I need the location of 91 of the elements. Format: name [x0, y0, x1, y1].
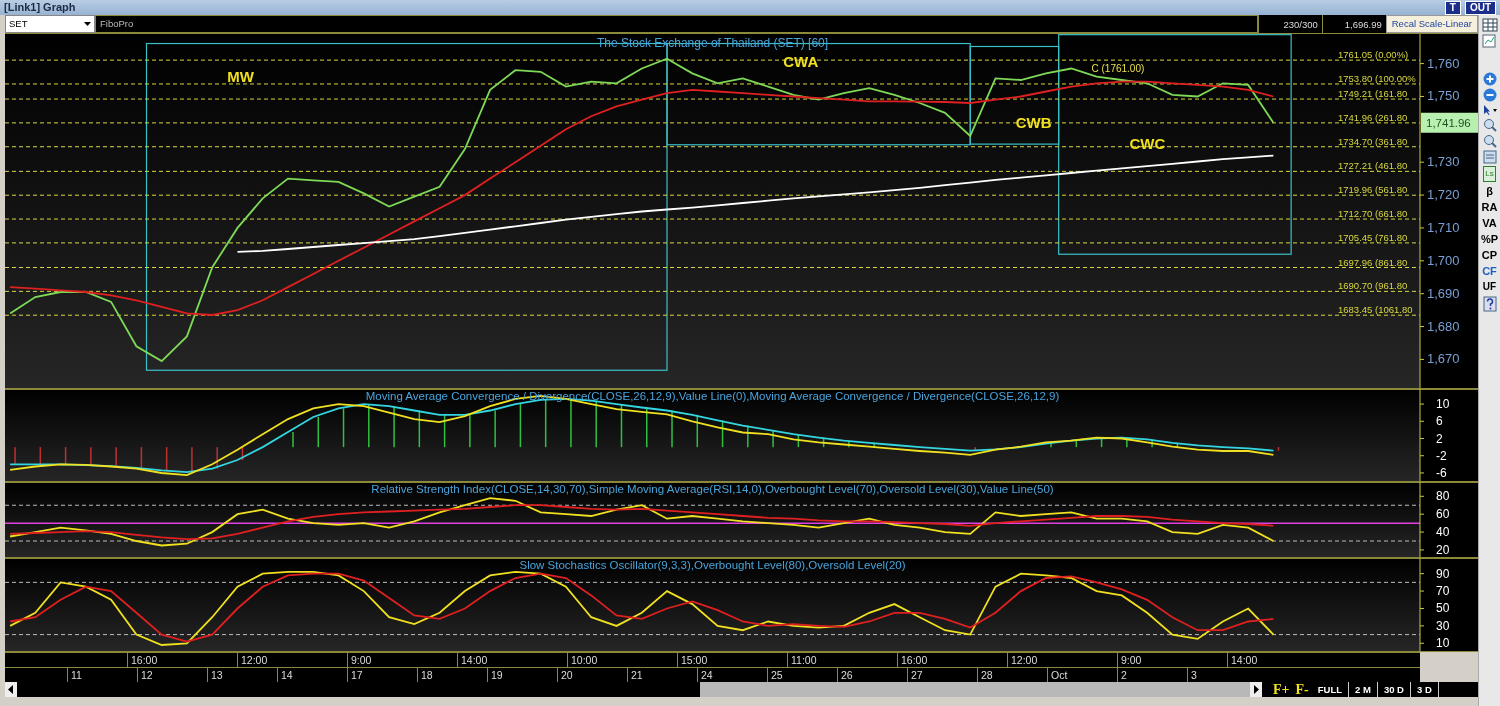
current-price-label: 1,741.96	[1426, 116, 1471, 129]
bar-count: 230/300	[1257, 15, 1322, 33]
level-label: 1683.45 (1061.80	[1338, 304, 1413, 316]
caret-icon	[84, 22, 91, 26]
window-button[interactable]: OUT	[1464, 0, 1496, 15]
table-icon[interactable]	[1481, 18, 1498, 32]
histogram-bar	[140, 446, 143, 469]
histogram-bar	[519, 403, 522, 448]
axis-label: 10	[1436, 636, 1450, 651]
chart-title: Relative Strength Index(CLOSE,14,30,70),Simple Moving Average(RSI,14,0),Overbought Level(70),Oversold Level(30),Value Line(50)	[371, 483, 1054, 495]
axis-label: 50	[1436, 601, 1450, 616]
axis-label: 40	[1436, 525, 1450, 540]
histogram-bar	[64, 446, 67, 466]
axis-label: -6	[1436, 465, 1447, 480]
cursor-icon[interactable]	[1481, 104, 1498, 116]
axis-label: 1,750	[1427, 88, 1460, 104]
axis-label: 20	[1436, 542, 1450, 557]
level-label: 1753.80 (100.00%	[1338, 72, 1416, 84]
chart-title: Moving Average Convergence / Divergence(CLOSE,26,12,9),Value Line(0),Moving Average Convergence / Divergence(CLOSE,26,12,9)	[365, 390, 1060, 402]
axis-label: 1,680	[1427, 318, 1460, 334]
axis-label: 10	[1436, 397, 1450, 412]
level-label: 1741.96 (261.80	[1338, 111, 1408, 123]
symbol-dropdown[interactable]: SET	[5, 15, 95, 33]
point-label: C (1761.00)	[1091, 62, 1145, 74]
histogram-bar	[443, 414, 446, 448]
histogram-bar	[721, 419, 724, 448]
level-label: 1719.96 (561.80	[1338, 184, 1408, 196]
window-title: [Link1] Graph	[4, 0, 76, 16]
histogram-bar	[620, 403, 623, 448]
pattern-label: CWB	[1015, 113, 1052, 131]
axis-label: 1,760	[1427, 55, 1460, 71]
histogram-bar	[165, 446, 168, 472]
axis-label: 6	[1436, 414, 1443, 429]
pattern-label: CWC	[1129, 135, 1166, 153]
level-label: 1690.70 (961.80	[1338, 280, 1408, 292]
level-label: 1712.70 (661.80	[1338, 208, 1408, 220]
axis-label: 1,700	[1427, 252, 1460, 268]
axis-label: 80	[1436, 489, 1450, 504]
axis-label: 2	[1436, 431, 1443, 446]
histogram-bar	[241, 446, 244, 461]
axis-label: 1,710	[1427, 219, 1460, 235]
tool-button[interactable]: %P	[1480, 232, 1499, 246]
scroll-left-icon[interactable]	[5, 682, 17, 697]
tool-button[interactable]: VA	[1482, 216, 1497, 230]
histogram-bar	[1277, 446, 1280, 452]
pattern-label: MW	[227, 67, 254, 85]
level-label: 1727.21 (461.80	[1338, 160, 1408, 172]
histogram-bar	[797, 433, 800, 448]
price-tag-background	[1421, 112, 1478, 133]
recalc-scale-button[interactable]: Recal Scale-Linear	[1385, 15, 1478, 33]
level-label: 1697.96 (861.80	[1338, 256, 1408, 268]
histogram-bar	[39, 446, 42, 466]
zoom-in-icon[interactable]	[1482, 118, 1497, 132]
tool-button[interactable]: CP	[1481, 248, 1498, 262]
level-label: 1761.05 (0.00%)	[1338, 49, 1409, 61]
histogram-bar	[418, 409, 421, 448]
chart-title: Slow Stochastics Oscillator(9,3,3),Overbought Level(80),Oversold Level(20)	[519, 559, 906, 571]
histogram-bar	[696, 414, 699, 448]
level-label: 1749.21 (161.80	[1338, 88, 1408, 100]
zoom-out-icon[interactable]	[1482, 134, 1497, 148]
histogram-bar	[1100, 437, 1103, 448]
help-icon[interactable]	[1482, 296, 1497, 312]
tool-button[interactable]: β	[1486, 184, 1493, 198]
axis-label: 30	[1436, 618, 1450, 633]
tool-button[interactable]: Ls	[1483, 166, 1496, 182]
axis-label: 60	[1436, 507, 1450, 522]
scroll-right-icon[interactable]	[1250, 682, 1262, 697]
level-label: 1705.45 (761.80	[1338, 231, 1408, 243]
histogram-bar	[1075, 439, 1078, 448]
window-button[interactable]: T	[1444, 0, 1461, 15]
study-field[interactable]: FiboPro	[95, 15, 1258, 33]
axis-label: 1,720	[1427, 187, 1460, 203]
axis-label: -2	[1436, 448, 1447, 463]
pattern-label: CWA	[783, 52, 819, 70]
scroll-thumb[interactable]	[700, 682, 1250, 697]
histogram-bar	[822, 436, 825, 448]
tool-button[interactable]: RA	[1481, 200, 1498, 214]
level-label: 1734.70 (361.80	[1338, 135, 1408, 147]
axis-label: 1,670	[1427, 351, 1460, 367]
chart-icon[interactable]	[1481, 34, 1498, 48]
cursor-price: 1,696.99	[1321, 15, 1386, 33]
tool-button[interactable]: CF	[1482, 264, 1497, 278]
plus-icon[interactable]	[1482, 72, 1497, 86]
axis-label: 70	[1436, 584, 1450, 599]
minus-icon[interactable]	[1482, 88, 1497, 102]
axis-label: 1,690	[1427, 285, 1460, 301]
axis-label: 1,730	[1427, 154, 1460, 170]
axis-label: 90	[1436, 566, 1450, 581]
histogram-bar	[1176, 442, 1179, 448]
histogram-bar	[342, 407, 345, 448]
tool-button[interactable]: UF	[1482, 280, 1497, 294]
